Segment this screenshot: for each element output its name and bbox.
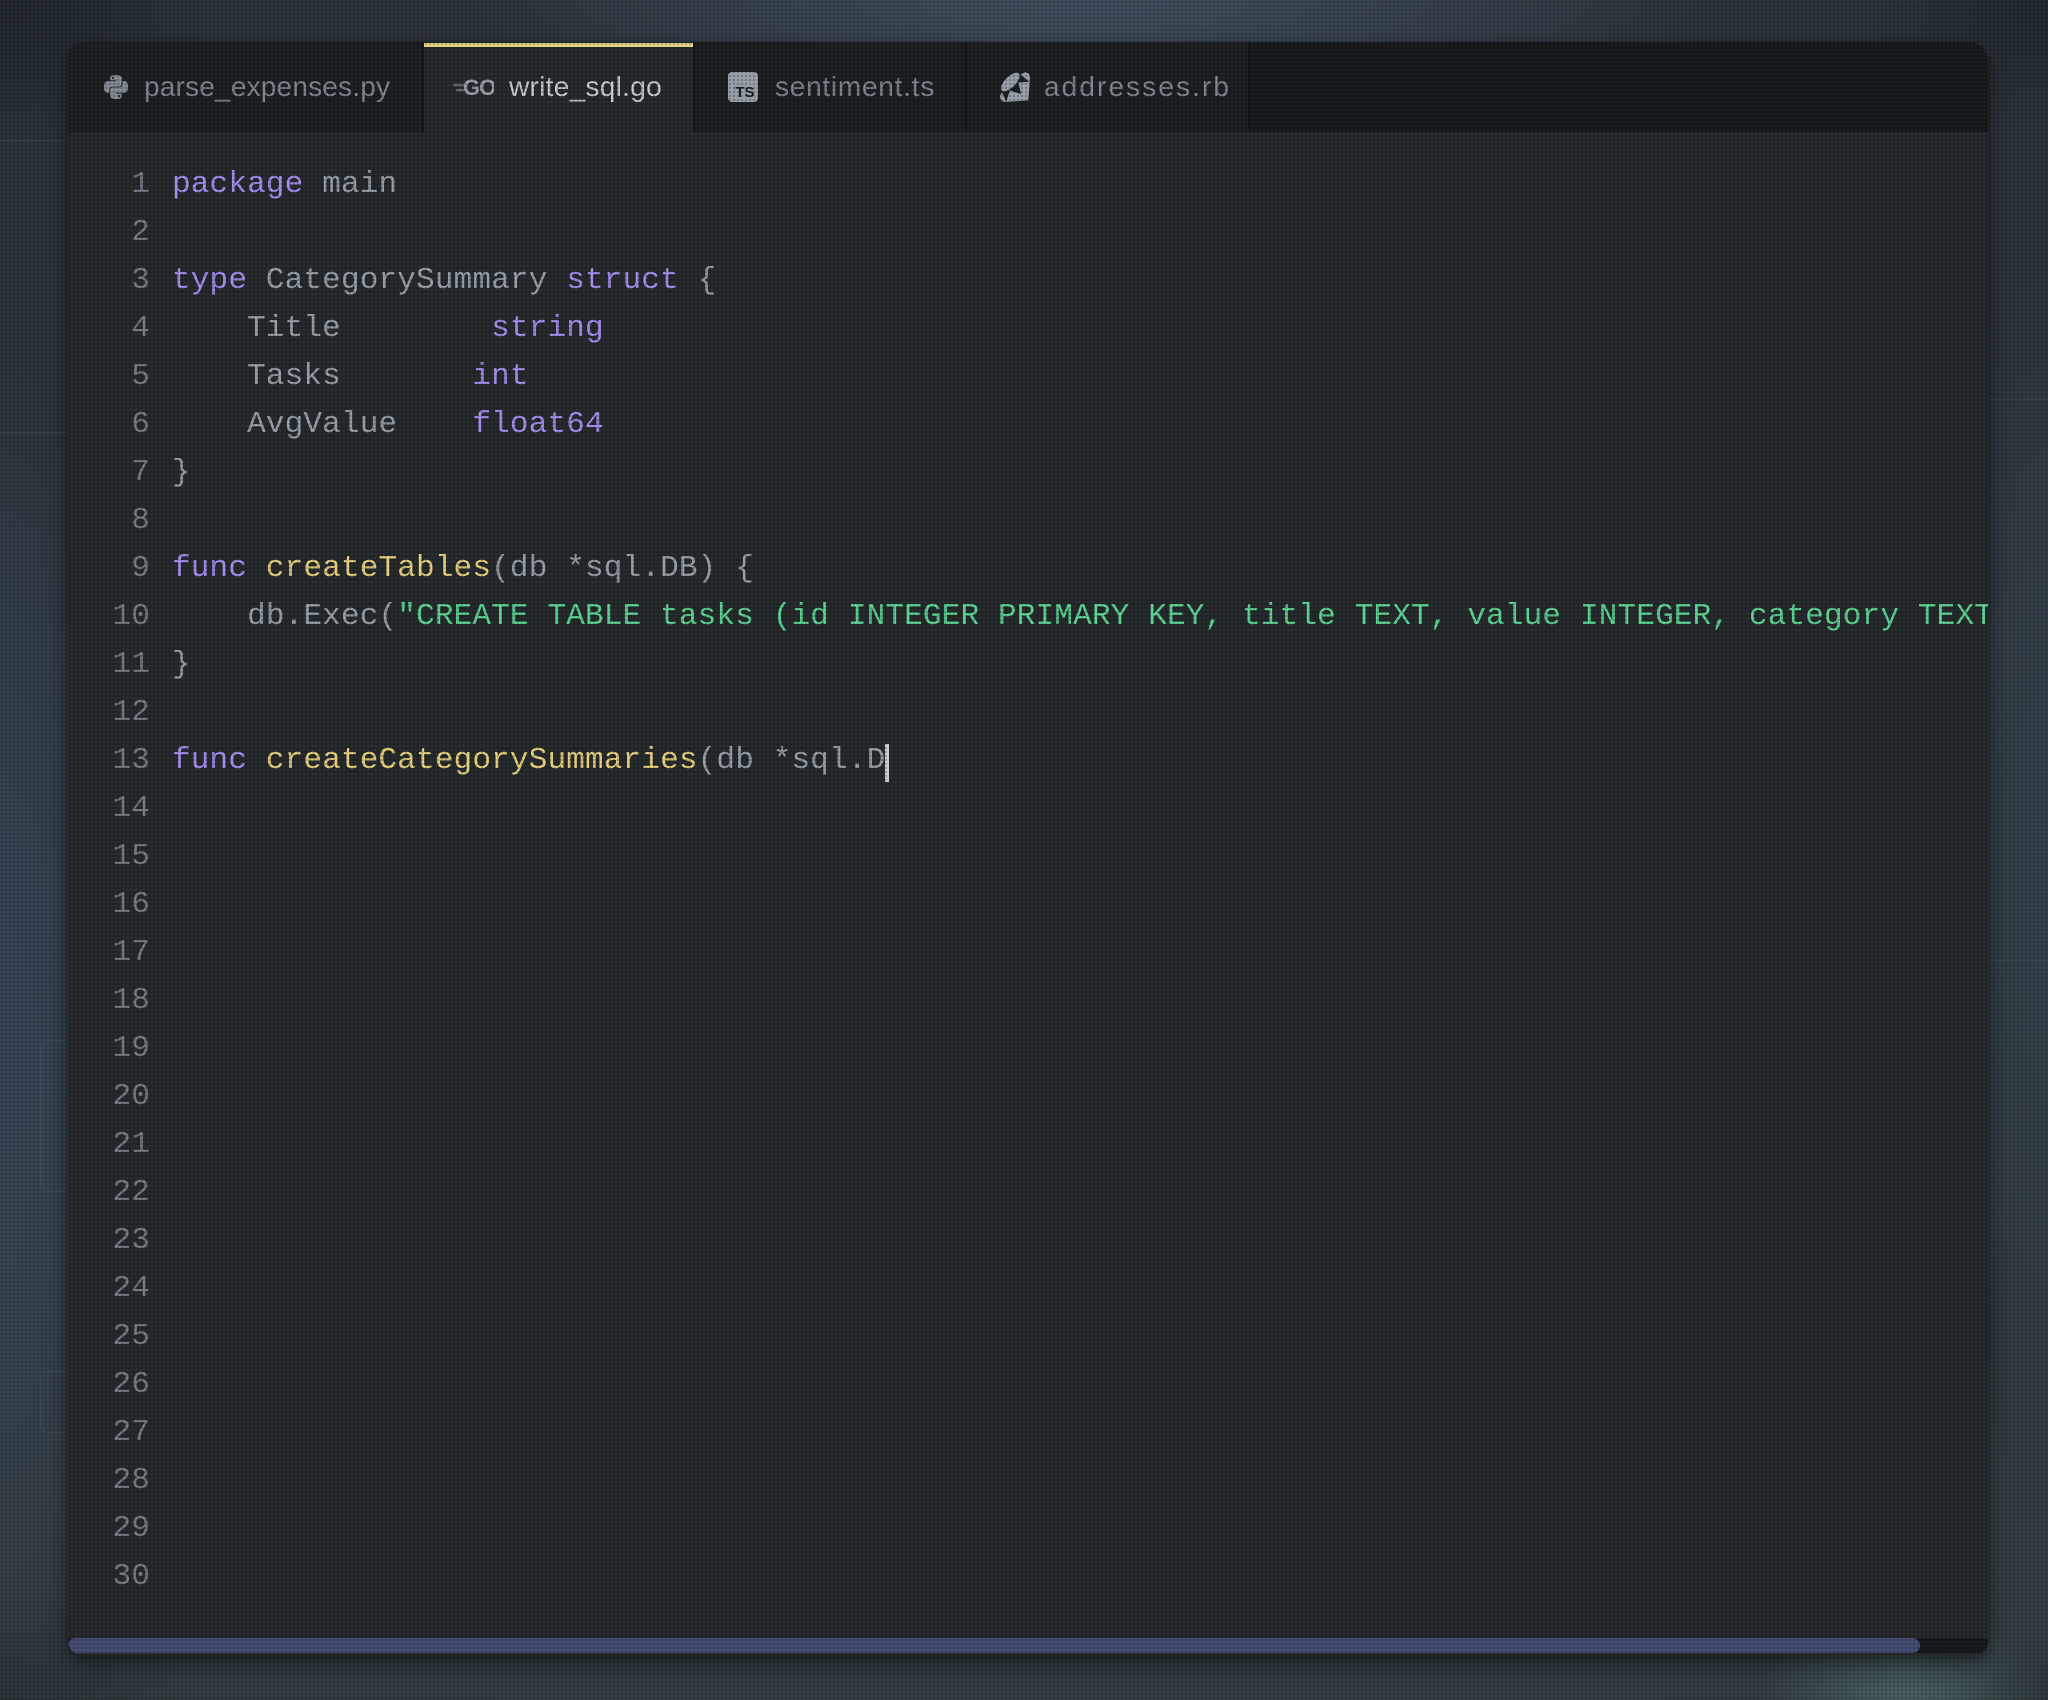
svg-text:TS: TS <box>735 84 754 101</box>
svg-text:GO: GO <box>463 75 494 100</box>
